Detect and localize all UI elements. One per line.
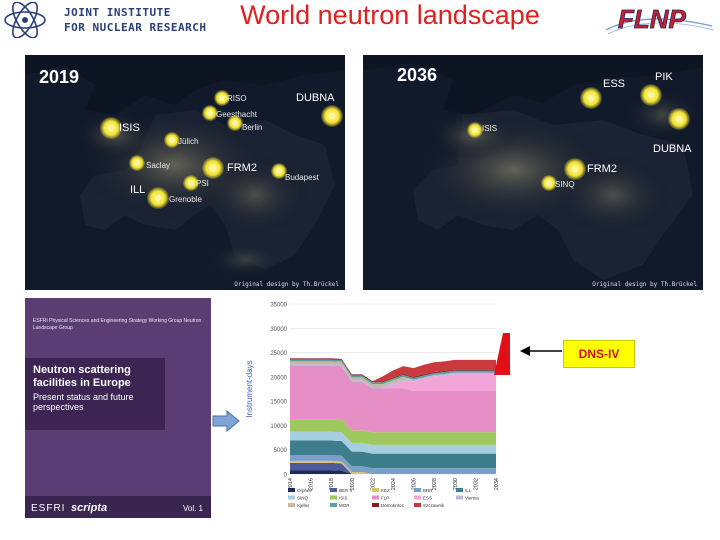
legend-label: ILL — [465, 488, 472, 493]
site-label: Grenoble — [169, 195, 202, 204]
x-tick-label: 2028 — [432, 478, 438, 490]
y-tick-label: 25000 — [270, 351, 287, 357]
legend-label: KEZ — [381, 488, 390, 493]
map-2019: 2019 RISO DUBNA Geesthacht Berlin ISIS J… — [25, 55, 345, 290]
site-label: ESS — [603, 78, 626, 90]
legend-label: ISIS — [339, 496, 348, 501]
site-label: Budapest — [285, 173, 319, 182]
x-tick-label: 2034 — [494, 478, 500, 490]
legend-label: FLP — [381, 496, 389, 501]
dns-iv-label: DNS-IV — [563, 340, 635, 368]
right-arrow-icon — [212, 410, 240, 432]
legend-swatch — [456, 495, 463, 500]
left-arrow-icon — [520, 346, 562, 356]
legend-swatch — [330, 495, 337, 500]
cover-title: Neutron scattering facilities in Europe — [33, 364, 131, 389]
site-label: SINQ — [555, 180, 575, 189]
y-tick-label: 20000 — [270, 375, 287, 381]
legend-label: MOR — [339, 503, 350, 508]
cover-header-text: ESFRI Physical Sciences and Engineering … — [33, 318, 202, 331]
legend-swatch — [414, 495, 421, 500]
legend-label: ESS — [423, 496, 432, 501]
y-tick-label: 30000 — [270, 327, 287, 333]
y-axis-label: Instrument-days — [245, 360, 254, 417]
site-label: Jülich — [178, 137, 199, 146]
legend-swatch — [288, 495, 295, 500]
legend-swatch — [456, 488, 463, 492]
legend-swatch — [414, 503, 421, 507]
year-2036-label: 2036 — [397, 65, 438, 85]
cover-scripta-logo: scripta — [71, 502, 108, 514]
legend-label: Vienna — [465, 496, 479, 501]
instrument-days-chart: 0 5000 10000 15000 20000 25000 30000 35000 Instr… — [240, 296, 502, 516]
institute-line-2: FOR NUCLEAR RESEARCH — [64, 21, 207, 34]
legend-swatch — [288, 503, 295, 507]
legend-swatch — [414, 488, 421, 492]
legend-label: SINQ — [297, 496, 309, 501]
legend-label: Szczawnik — [423, 503, 445, 508]
site-label: ISIS — [482, 124, 498, 133]
site-label: DUBNA — [296, 92, 335, 104]
chart-svg: 0 5000 10000 15000 20000 25000 30000 35000 Instr… — [245, 303, 500, 509]
legend-swatch — [372, 495, 379, 500]
legend-label: BER II — [339, 488, 352, 493]
legend-label: BRR — [423, 488, 433, 493]
y-tick-label: 0 — [284, 473, 288, 479]
institute-line-1: JOINT INSTITUTE — [64, 6, 171, 19]
legend-label: Demokritos — [381, 503, 405, 508]
y-tick-label: 35000 — [270, 303, 287, 309]
legend-swatch — [372, 488, 379, 492]
cover-esfri-logo: ESFRI — [31, 503, 66, 514]
site-label: ILL — [130, 184, 146, 196]
flnp-logo-text: FLNP — [618, 4, 687, 34]
page-title: World neutron landscape — [240, 0, 540, 30]
site-label: RISO — [227, 94, 247, 103]
flnp-logo: FLNP — [605, 4, 715, 35]
highlight-marker — [494, 333, 510, 375]
y-tick-label: 5000 — [274, 448, 288, 454]
x-tick-label: 2032 — [473, 478, 479, 490]
jinr-emblem-icon — [4, 2, 46, 38]
site-label: Saclay — [146, 161, 171, 170]
site-label: PIK — [655, 71, 673, 83]
legend-label: Orphee — [297, 488, 313, 493]
year-2019-label: 2019 — [39, 67, 80, 87]
site-label: FRM2 — [587, 163, 617, 175]
site-label: Berlin — [242, 123, 263, 132]
y-tick-label: 15000 — [270, 400, 287, 406]
cover-volume: Vol. 1 — [182, 504, 203, 513]
legend-swatch — [288, 488, 295, 492]
jinr-logo: JOINT INSTITUTE FOR NUCLEAR RESEARCH — [2, 2, 206, 38]
site-label: PSI — [196, 179, 209, 188]
site-label: FRM2 — [227, 162, 257, 174]
legend-swatch — [330, 503, 337, 507]
esfri-report-cover: ESFRI Physical Sciences and Engineering … — [25, 298, 211, 518]
site-label: DUBNA — [653, 143, 692, 155]
y-tick-label: 10000 — [270, 424, 287, 430]
legend-label: Kjeller — [297, 503, 310, 508]
legend-swatch — [330, 488, 337, 492]
map-2036: 2036 ESS PIK ISIS DUBNA FRM2 SINQ Origin… — [363, 55, 703, 290]
cover-subtitle: Present status and future perspectives — [33, 392, 134, 412]
map-credit: Original design by Th.Brückel — [592, 281, 697, 288]
legend-swatch — [372, 503, 379, 507]
map-credit: Original design by Th.Brückel — [234, 281, 339, 288]
x-tick-label: 2024 — [391, 478, 397, 490]
site-label: ISIS — [119, 122, 140, 134]
